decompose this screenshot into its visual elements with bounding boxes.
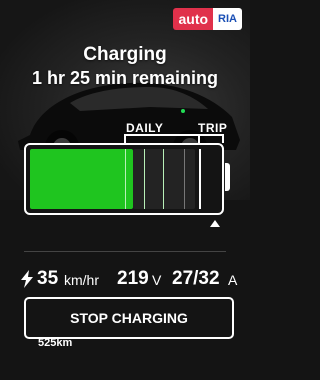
battery-gauge[interactable]: 525km: [24, 143, 224, 349]
charge-limit-marker-icon[interactable]: [210, 220, 220, 227]
current-unit: A: [228, 272, 238, 288]
battery-segment-divider: [144, 149, 145, 209]
charge-limit-line: [199, 149, 201, 209]
autoria-watermark: auto RIA: [173, 8, 242, 30]
battery-empty-area: [133, 149, 195, 209]
battery-charge-fill: [30, 149, 133, 209]
voltage-value: 219: [117, 268, 149, 289]
voltage-unit: V: [152, 272, 162, 288]
charge-rate-unit: km/hr: [64, 272, 99, 288]
watermark-part-b: RIA: [213, 8, 242, 30]
time-remaining: 1 hr 25 min remaining: [31, 68, 219, 88]
charging-status-title: Charging: [83, 44, 167, 65]
charging-stats: 35 km/hr 219 V 27/32 A: [0, 267, 250, 295]
trip-range-label: TRIP: [198, 121, 228, 135]
current-value: 27/32: [172, 268, 220, 289]
watermark-part-a: auto: [173, 8, 214, 30]
battery-terminal: [225, 163, 230, 191]
battery-segment-divider: [125, 149, 126, 209]
battery-segment-divider: [163, 149, 164, 209]
daily-range-label: DAILY: [126, 121, 164, 135]
battery-segment-divider: [184, 149, 185, 209]
daily-range-bracket: [124, 134, 200, 143]
stop-charging-button[interactable]: STOP CHARGING: [24, 297, 234, 339]
trip-range-bracket: [198, 134, 224, 143]
divider: [24, 251, 226, 252]
lightning-bolt-icon: [21, 270, 33, 288]
charge-rate-value: 35: [37, 268, 59, 289]
